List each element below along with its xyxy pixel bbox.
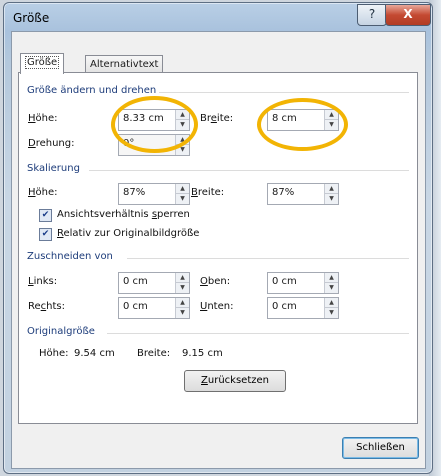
rotation-spinner[interactable]: 0° ▲ ▼ <box>118 134 190 156</box>
crop-top-label: Oben: <box>200 276 231 287</box>
crop-left-value: 0 cm <box>123 276 148 287</box>
height-label: Höhe: <box>28 113 58 124</box>
group-divider <box>107 333 409 334</box>
tab-alternativtext-label: Alternativtext <box>90 59 159 70</box>
scale-height-spinner[interactable]: 87% ▲ ▼ <box>118 183 190 205</box>
crop-right-label: Rechts: <box>28 301 65 312</box>
crop-bottom-spin-arrows[interactable]: ▲ ▼ <box>324 298 338 318</box>
group-scaling-heading: Skalierung <box>27 163 80 174</box>
rotation-spin-arrows[interactable]: ▲ ▼ <box>175 135 189 155</box>
original-width-label: Breite: <box>137 348 171 359</box>
help-button[interactable]: ? <box>357 4 387 26</box>
group-crop-heading: Zuschneiden von <box>27 251 113 262</box>
crop-top-spinner[interactable]: 0 cm ▲ ▼ <box>267 272 339 294</box>
crop-right-value: 0 cm <box>123 301 148 312</box>
height-value: 8.33 cm <box>123 113 164 124</box>
scale-height-label: Höhe: <box>28 187 58 198</box>
scale-height-spin-arrows[interactable]: ▲ ▼ <box>175 184 189 204</box>
crop-top-value: 0 cm <box>272 276 297 287</box>
crop-right-spin-arrows[interactable]: ▲ ▼ <box>175 298 189 318</box>
lock-aspect-checkbox[interactable]: ✔ <box>39 209 52 222</box>
width-label: Breite: <box>200 113 234 124</box>
original-height-value: 9.54 cm <box>74 348 115 359</box>
scale-width-value: 87% <box>272 187 295 198</box>
scale-width-spin-arrows[interactable]: ▲ ▼ <box>324 184 338 204</box>
height-spinner[interactable]: 8.33 cm ▲ ▼ <box>118 109 190 131</box>
tab-groesse[interactable]: Größe <box>20 53 65 74</box>
group-divider <box>127 258 409 259</box>
original-height-label: Höhe: <box>39 348 69 359</box>
close-window-button[interactable]: X <box>385 4 431 26</box>
crop-bottom-value: 0 cm <box>272 301 297 312</box>
crop-top-spin-arrows[interactable]: ▲ ▼ <box>324 273 338 293</box>
height-spin-arrows[interactable]: ▲ ▼ <box>175 110 189 130</box>
scale-width-spinner[interactable]: 87% ▲ ▼ <box>267 183 339 205</box>
rotation-label: Drehung: <box>28 138 75 149</box>
scale-width-label: Breite: <box>191 187 225 198</box>
lock-aspect-label: Ansichtsverhältnis sperren <box>57 209 190 220</box>
crop-right-spinner[interactable]: 0 cm ▲ ▼ <box>118 297 190 319</box>
group-size-rotate-heading: Größe ändern und drehen <box>27 85 157 96</box>
rotation-value: 0° <box>123 138 135 149</box>
group-original-heading: Originalgröße <box>27 326 95 337</box>
crop-left-spinner[interactable]: 0 cm ▲ ▼ <box>118 272 190 294</box>
relative-original-label: Relativ zur Originalbildgröße <box>57 228 200 239</box>
reset-button[interactable]: Zurücksetzen <box>184 370 286 392</box>
crop-bottom-label: Unten: <box>200 301 234 312</box>
dialog-title: Größe <box>13 11 50 25</box>
dialog-client-area: Größe Alternativtext Größe ändern und dr… <box>11 31 426 469</box>
size-dialog: Größe ? X Größe Alternativtext Größe änd… <box>3 2 433 474</box>
group-divider <box>89 170 409 171</box>
width-spinner[interactable]: 8 cm ▲ ▼ <box>267 109 339 131</box>
scale-height-value: 87% <box>123 187 146 198</box>
relative-original-checkbox[interactable]: ✔ <box>39 228 52 241</box>
width-spin-arrows[interactable]: ▲ ▼ <box>324 110 338 130</box>
width-value: 8 cm <box>272 113 297 124</box>
crop-left-label: Links: <box>28 276 58 287</box>
crop-bottom-spinner[interactable]: 0 cm ▲ ▼ <box>267 297 339 319</box>
tab-groesse-label: Größe <box>25 56 60 69</box>
close-button[interactable]: Schließen <box>342 437 419 459</box>
tab-panel: Größe ändern und drehen Höhe: 8.33 cm ▲ ▼… <box>18 72 418 424</box>
crop-left-spin-arrows[interactable]: ▲ ▼ <box>175 273 189 293</box>
group-divider <box>159 92 409 93</box>
original-width-value: 9.15 cm <box>182 348 223 359</box>
